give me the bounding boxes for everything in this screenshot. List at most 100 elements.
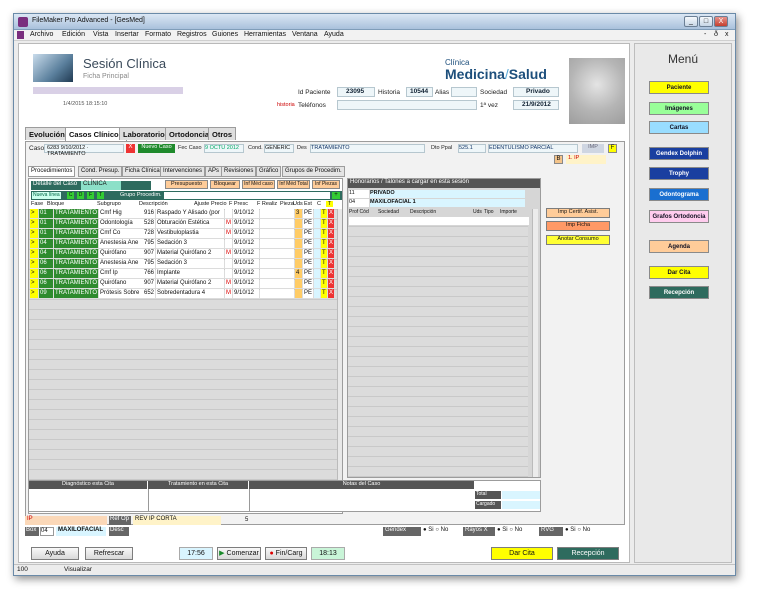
row-t-button[interactable]: T <box>321 229 327 238</box>
tab-evolucion[interactable]: Evolución <box>25 127 69 140</box>
rvg-no[interactable]: No <box>583 527 591 533</box>
menu-ventana[interactable]: Ventana <box>292 31 318 38</box>
doc-close[interactable]: x <box>725 31 729 38</box>
table-row[interactable]: >01 TRATAMIENTO Cmf Hig 916 Raspado Y Alisad… <box>29 209 339 218</box>
row-t-button[interactable]: T <box>321 289 327 298</box>
zoom-level[interactable]: 100 <box>17 566 28 573</box>
table-row[interactable]: >09 TRATAMIENTO Prótesis Sobre 652 Sobredent… <box>29 289 339 298</box>
row-t-button[interactable]: T <box>321 279 327 288</box>
row-open-button[interactable]: > <box>30 229 38 238</box>
row-t-button[interactable]: T <box>321 249 327 258</box>
grupo-procedim-field[interactable] <box>164 192 330 199</box>
cond-value[interactable]: GENERIC <box>264 144 294 153</box>
mode-selector[interactable]: Visualizar <box>64 566 92 573</box>
diagnostico-field[interactable] <box>29 489 147 511</box>
table-row[interactable]: >04 TRATAMIENTO Anestesia Ane 795 Sedación 3… <box>29 239 339 248</box>
menu-insertar[interactable]: Insertar <box>115 31 139 38</box>
maximize-button[interactable]: □ <box>699 16 713 27</box>
row-open-button[interactable]: > <box>30 289 38 298</box>
honorarios-scrollbar[interactable] <box>532 209 538 477</box>
gendex-si[interactable]: Si <box>428 527 433 533</box>
subtab-ficha-clinica[interactable]: Ficha Clínica <box>122 166 163 177</box>
inf-med-caso-button[interactable]: Inf Méd caso <box>242 180 275 189</box>
sidebar-item-paciente[interactable]: Paciente <box>649 81 709 94</box>
row-delete-button[interactable]: X <box>328 239 334 248</box>
sidebar-item-grafos-ortodoncia[interactable]: Grafos Ortodoncia <box>649 210 709 223</box>
sidebar-item-odontograma[interactable]: Odontograma <box>649 188 709 201</box>
row-delete-button[interactable]: X <box>328 209 334 218</box>
sidebar-item-dar-cita[interactable]: Dar Cita <box>649 266 709 279</box>
row-t-button[interactable]: T <box>321 219 327 228</box>
notas-field[interactable] <box>249 489 474 511</box>
sociedad-value[interactable]: Privado <box>513 87 559 97</box>
box-num[interactable]: 04 <box>349 199 369 207</box>
id-paciente-value[interactable]: 23095 <box>337 87 375 97</box>
menu-herramientas[interactable]: Herramientas <box>244 31 286 38</box>
radio-filled-icon[interactable]: ● <box>423 527 427 533</box>
imp-ficha-button[interactable]: Imp Ficha <box>546 221 610 231</box>
anotar-consumo-button[interactable]: Anotar Consumo <box>546 235 610 245</box>
row-open-button[interactable]: > <box>30 269 38 278</box>
sidebar-item-trophy[interactable]: Trophy <box>649 167 709 180</box>
footer-recepcion-button[interactable]: Recepción <box>557 547 619 560</box>
subtab-aps[interactable]: APs <box>205 166 223 177</box>
rayos-no[interactable]: No <box>515 527 523 533</box>
menu-formato[interactable]: Formato <box>145 31 171 38</box>
tab-casos-clinicos[interactable]: Casos Clínicos <box>65 127 127 141</box>
fin-carg-button[interactable]: ● Fin/Carg <box>265 547 307 560</box>
row-open-button[interactable]: > <box>30 249 38 258</box>
table-scrollbar[interactable] <box>337 209 342 499</box>
presupuesto-button[interactable]: Presupuesto <box>165 180 208 189</box>
table-row[interactable]: >06 TRATAMIENTO Quirófano 907 Material Quiró… <box>29 279 339 288</box>
dto-code[interactable]: 525.1 <box>458 144 486 153</box>
minimize-button[interactable]: _ <box>684 16 698 27</box>
inf-piezas-button[interactable]: Inf Piezas <box>312 180 340 189</box>
sidebar-item-cartas[interactable]: Cartas <box>649 121 709 134</box>
sidebar-item-im-genes[interactable]: Imágenes <box>649 102 709 115</box>
table-row[interactable]: >06 TRATAMIENTO Cmf Ip 766 Implante 9/10/12 4 P… <box>29 269 339 278</box>
sidebar-item-gendex-dolphin[interactable]: Gendex Dolphin <box>649 147 709 160</box>
row-open-button[interactable]: > <box>30 219 38 228</box>
honorario-entry-row[interactable] <box>349 217 529 225</box>
imp-certif-button[interactable]: Imp Certif. Asist. <box>546 208 610 218</box>
nuevo-caso-button[interactable]: Nuevo Caso <box>138 144 175 153</box>
doc-restore[interactable]: ð <box>714 31 718 38</box>
imp-button[interactable]: IMP <box>582 144 604 153</box>
des-value[interactable]: TRATAMIENTO <box>310 144 425 153</box>
footer-dar-cita-button[interactable]: Dar Cita <box>491 547 553 560</box>
ip-field[interactable]: IP <box>25 516 107 525</box>
ayuda-button[interactable]: Ayuda <box>31 547 79 560</box>
f-button[interactable]: F <box>608 144 617 153</box>
sidebar-item-agenda[interactable]: Agenda <box>649 240 709 253</box>
c-toggle[interactable]: C <box>67 192 74 199</box>
gendex-no[interactable]: No <box>441 527 449 533</box>
bloquear-button[interactable]: Bloquear <box>210 180 240 189</box>
tab-laboratorio[interactable]: Laboratorio <box>119 127 169 140</box>
radio-empty-icon[interactable]: ○ <box>435 527 439 533</box>
doc-minimize[interactable]: - <box>704 31 706 38</box>
nueva-linea-button[interactable]: Nueva línea <box>32 192 61 199</box>
table-row[interactable]: >06 TRATAMIENTO Anestesia Ane 795 Sedación 3… <box>29 259 339 268</box>
row-t-button[interactable]: T <box>321 239 327 248</box>
radio-empty-icon[interactable]: ○ <box>509 527 513 533</box>
row-delete-button[interactable]: X <box>328 279 334 288</box>
desc-field[interactable] <box>130 527 380 536</box>
caso-select[interactable]: 6283 9/10/2012 · TRATAMIENTO <box>44 144 124 157</box>
sidebar-item-recepci-n[interactable]: Recepción <box>649 286 709 299</box>
ref-op-value[interactable]: REV IP CORTA <box>133 516 221 525</box>
refrescar-button[interactable]: Refrescar <box>85 547 133 560</box>
table-row[interactable]: >04 TRATAMIENTO Quirófano 907 Material Quiró… <box>29 249 339 258</box>
row-delete-button[interactable]: X <box>328 219 334 228</box>
sociedad-num[interactable]: 11 <box>349 190 369 198</box>
row-t-button[interactable]: T <box>321 259 327 268</box>
row-open-button[interactable]: > <box>30 239 38 248</box>
telefonos-field[interactable] <box>337 100 477 110</box>
row-delete-button[interactable]: X <box>328 259 334 268</box>
radio-filled-icon[interactable]: ● <box>497 527 501 533</box>
box-number[interactable]: 04 <box>40 527 54 536</box>
radio-empty-icon[interactable]: ○ <box>577 527 581 533</box>
historia-value[interactable]: 10544 <box>406 87 433 97</box>
row-open-button[interactable]: > <box>30 259 38 268</box>
close-button[interactable]: X <box>714 16 728 27</box>
row-delete-button[interactable]: X <box>328 289 334 298</box>
